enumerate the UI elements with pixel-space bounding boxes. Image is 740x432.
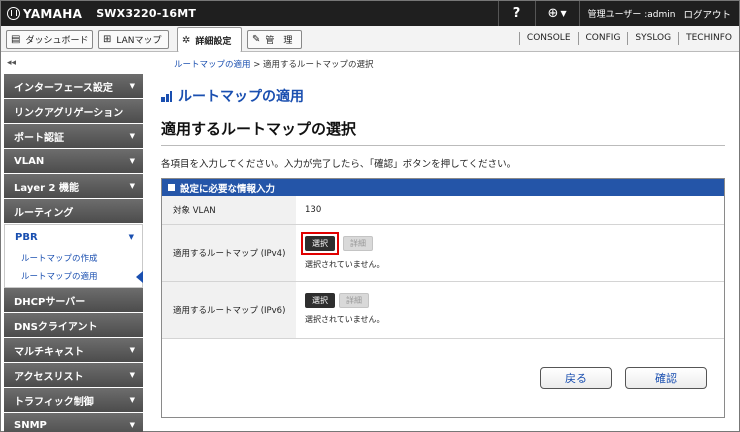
ipv6-routemap-label: 適用するルートマップ (IPv6) bbox=[162, 282, 296, 338]
user-info: 管理ユーザー :admin ログアウト bbox=[578, 1, 739, 26]
pbr-submenu: ルートマップの作成 ルートマップの適用 bbox=[4, 249, 143, 288]
breadcrumb-current: 適用するルートマップの選択 bbox=[263, 60, 374, 70]
sidebar-item-label: SNMP bbox=[14, 419, 47, 431]
sidebar-item-dns-client[interactable]: DNSクライアント bbox=[4, 313, 143, 338]
vlan-row: 対象 VLAN 130 bbox=[162, 196, 724, 225]
chevron-down-icon: ▼ bbox=[560, 9, 567, 18]
sidebar-item-label: リンクアグリゲーション bbox=[14, 107, 124, 119]
model-name: SWX3220-16MT bbox=[96, 7, 197, 20]
sidebar-item-routing[interactable]: ルーティング bbox=[4, 199, 143, 224]
tab-management[interactable]: ✎ 管 理 bbox=[247, 30, 302, 49]
sidebar-item-port-auth[interactable]: ポート認証 ▼ bbox=[4, 124, 143, 149]
menu-toolbar: ▤ ダッシュボード ⊞ LANマップ ✲ 詳細設定 ✎ 管 理 CONSOLE … bbox=[1, 26, 739, 52]
ipv6-routemap-row: 適用するルートマップ (IPv6) 選択 詳細 選択されていません。 bbox=[162, 282, 724, 339]
square-icon bbox=[168, 184, 175, 191]
ipv6-status-text: 選択されていません。 bbox=[305, 315, 385, 324]
sidebar-item-label: マルチキャスト bbox=[14, 346, 84, 358]
ipv6-detail-button[interactable]: 詳細 bbox=[339, 293, 369, 308]
sidebar-subitem-apply-routemap[interactable]: ルートマップの適用 bbox=[5, 267, 143, 285]
sidebar-item-label: DHCPサーバー bbox=[14, 296, 86, 308]
console-link[interactable]: CONSOLE bbox=[518, 32, 578, 45]
ipv6-select-button[interactable]: 選択 bbox=[305, 293, 335, 308]
sidebar-item-multicast[interactable]: マルチキャスト ▼ bbox=[4, 338, 143, 363]
panel-header-text: 設定に必要な情報入力 bbox=[180, 183, 276, 195]
chevron-down-icon: ▼ bbox=[129, 396, 135, 404]
main-content: ルートマップの適用 適用するルートマップの選択 各項目を入力してください。入力が… bbox=[161, 86, 725, 170]
back-button[interactable]: 戻る bbox=[540, 367, 612, 389]
sidebar-item-access-list[interactable]: アクセスリスト ▼ bbox=[4, 363, 143, 388]
dashboard-icon: ▤ bbox=[11, 34, 21, 45]
ipv4-status-text: 選択されていません。 bbox=[305, 260, 385, 269]
sidebar: インターフェース設定 ▼ リンクアグリゲーション ポート認証 ▼ VLAN ▼ Lay… bbox=[4, 74, 143, 432]
help-button[interactable]: ? bbox=[497, 1, 535, 26]
ipv4-routemap-label: 適用するルートマップ (IPv4) bbox=[162, 225, 296, 281]
chevron-down-icon: ▼ bbox=[129, 371, 135, 379]
sidebar-item-snmp[interactable]: SNMP ▼ bbox=[4, 413, 143, 432]
tab-dashboard[interactable]: ▤ ダッシュボード bbox=[6, 30, 93, 49]
sidebar-item-link-aggregation[interactable]: リンクアグリゲーション bbox=[4, 99, 143, 124]
page-title: ルートマップの適用 bbox=[161, 86, 725, 106]
ipv4-detail-button[interactable]: 詳細 bbox=[343, 236, 373, 251]
wrench-icon: ✎ bbox=[252, 34, 261, 45]
ipv4-routemap-row: 適用するルートマップ (IPv4) 選択 詳細 選択されていません。 bbox=[162, 225, 724, 282]
sidebar-item-label: Layer 2 機能 bbox=[14, 182, 79, 194]
routemap-icon bbox=[161, 90, 172, 102]
chevron-down-icon: ▼ bbox=[129, 182, 135, 190]
chevron-down-icon: ▼ bbox=[128, 233, 134, 241]
chevron-down-icon: ▼ bbox=[129, 421, 135, 429]
highlight-box: 選択 bbox=[301, 232, 339, 255]
sidebar-item-label: トラフィック制御 bbox=[14, 396, 94, 408]
sidebar-item-label: ポート認証 bbox=[14, 132, 64, 144]
sidebar-item-layer2[interactable]: Layer 2 機能 ▼ bbox=[4, 174, 143, 199]
language-button[interactable]: ⊕ ▼ bbox=[534, 1, 579, 26]
gear-icon: ✲ bbox=[182, 34, 191, 46]
syslog-link[interactable]: SYSLOG bbox=[627, 32, 678, 45]
input-panel: 設定に必要な情報入力 対象 VLAN 130 適用するルートマップ (IPv4)… bbox=[161, 178, 725, 418]
sidebar-item-label: DNSクライアント bbox=[14, 321, 98, 333]
lanmap-icon: ⊞ bbox=[103, 34, 112, 45]
sidebar-item-label: インターフェース設定 bbox=[14, 82, 113, 94]
sidebar-subitem-create-routemap[interactable]: ルートマップの作成 bbox=[5, 249, 142, 267]
tab-advanced-settings[interactable]: ✲ 詳細設定 bbox=[177, 27, 242, 52]
chevron-down-icon: ▼ bbox=[129, 132, 135, 140]
tab-lanmap-label: LANマップ bbox=[116, 36, 162, 46]
config-link[interactable]: CONFIG bbox=[577, 32, 628, 45]
sidebar-item-dhcp-server[interactable]: DHCPサーバー bbox=[4, 288, 143, 313]
page-title-text: ルートマップの適用 bbox=[178, 89, 304, 105]
panel-header: 設定に必要な情報入力 bbox=[162, 179, 724, 196]
sidebar-item-interface[interactable]: インターフェース設定 ▼ bbox=[4, 74, 143, 99]
chevron-down-icon: ▼ bbox=[129, 157, 135, 165]
sidebar-item-label: ルーティング bbox=[14, 207, 74, 219]
sidebar-item-vlan[interactable]: VLAN ▼ bbox=[4, 149, 143, 174]
chevron-down-icon: ▼ bbox=[129, 346, 135, 354]
breadcrumb: ルートマップの適用 > 適用するルートマップの選択 bbox=[174, 58, 374, 70]
yamaha-logo-icon bbox=[7, 7, 20, 20]
ipv4-select-button[interactable]: 選択 bbox=[305, 236, 335, 251]
techinfo-link[interactable]: TECHINFO bbox=[678, 32, 739, 45]
instruction-text: 各項目を入力してください。入力が完了したら、「確認」ボタンを押してください。 bbox=[161, 159, 517, 170]
sidebar-item-label: VLAN bbox=[14, 155, 45, 167]
section-title: 適用するルートマップの選択 bbox=[161, 118, 725, 146]
breadcrumb-parent-link[interactable]: ルートマップの適用 bbox=[174, 60, 251, 70]
admin-user-label: 管理ユーザー :admin bbox=[587, 10, 676, 20]
vlan-value: 130 bbox=[305, 205, 322, 215]
sidebar-item-label: アクセスリスト bbox=[14, 371, 84, 383]
breadcrumb-separator: > bbox=[250, 60, 264, 70]
chevron-down-icon: ▼ bbox=[129, 82, 135, 90]
confirm-button[interactable]: 確認 bbox=[625, 367, 707, 389]
globe-icon: ⊕ bbox=[547, 6, 559, 21]
tab-advanced-settings-label: 詳細設定 bbox=[195, 36, 232, 47]
logout-link[interactable]: ログアウト bbox=[683, 7, 731, 21]
yamaha-logo: YAMAHA bbox=[7, 7, 82, 21]
tab-lanmap[interactable]: ⊞ LANマップ bbox=[98, 30, 169, 49]
sidebar-item-label: PBR bbox=[15, 231, 38, 243]
top-bar: YAMAHA SWX3220-16MT ? ⊕ ▼ 管理ユーザー :admin ロ… bbox=[1, 1, 739, 26]
sidebar-item-traffic-control[interactable]: トラフィック制御 ▼ bbox=[4, 388, 143, 413]
brand-name: YAMAHA bbox=[23, 6, 83, 21]
sidebar-item-pbr[interactable]: PBR ▼ bbox=[4, 224, 143, 249]
tab-dashboard-label: ダッシュボード bbox=[25, 36, 89, 46]
tab-management-label: 管 理 bbox=[265, 36, 293, 46]
sidebar-collapse-button[interactable]: ◂◂ bbox=[7, 58, 16, 68]
vlan-label: 対象 VLAN bbox=[162, 196, 296, 224]
